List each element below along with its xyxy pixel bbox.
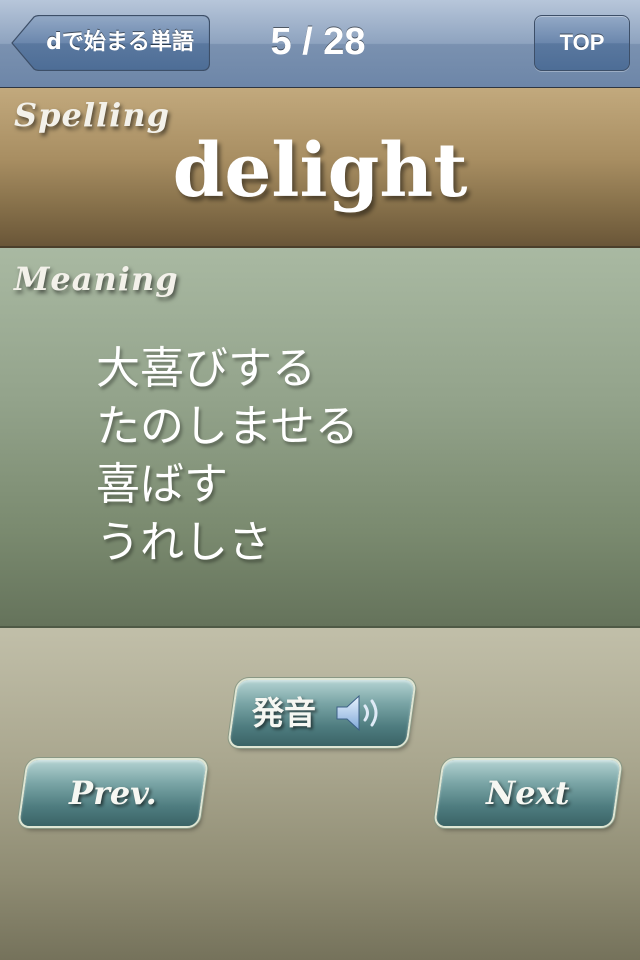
back-button-label: dで始まる単語 bbox=[46, 30, 194, 55]
prev-button-label: Prev. bbox=[69, 774, 157, 812]
meaning-list: 大喜びする たのしませる 喜ばす うれしさ bbox=[96, 340, 616, 572]
next-button[interactable]: Next bbox=[435, 760, 621, 826]
meaning-line: 大喜びする bbox=[96, 343, 316, 394]
meaning-line: うれしさ bbox=[96, 517, 272, 568]
meaning-section-label: Meaning bbox=[14, 260, 179, 298]
meaning-panel: Meaning 大喜びする たのしませる 喜ばす うれしさ bbox=[0, 248, 640, 628]
top-button[interactable]: TOP bbox=[534, 15, 630, 71]
back-button[interactable]: dで始まる単語 bbox=[10, 15, 210, 71]
next-button-label: Next bbox=[486, 774, 570, 812]
pronounce-button[interactable]: 発音 bbox=[229, 680, 415, 746]
prev-button[interactable]: Prev. bbox=[19, 760, 207, 826]
meaning-line: たのしませる bbox=[96, 401, 359, 452]
spelling-word: delight bbox=[172, 128, 468, 214]
meaning-line: 喜ばす bbox=[96, 459, 228, 510]
pronounce-button-label: 発音 bbox=[252, 694, 317, 732]
page-counter: 5 / 28 bbox=[270, 21, 366, 63]
speaker-icon bbox=[337, 694, 379, 731]
navigation-bar: dで始まる単語 5 / 28 TOP bbox=[0, 0, 640, 88]
spelling-panel: Spelling delight bbox=[0, 88, 640, 248]
